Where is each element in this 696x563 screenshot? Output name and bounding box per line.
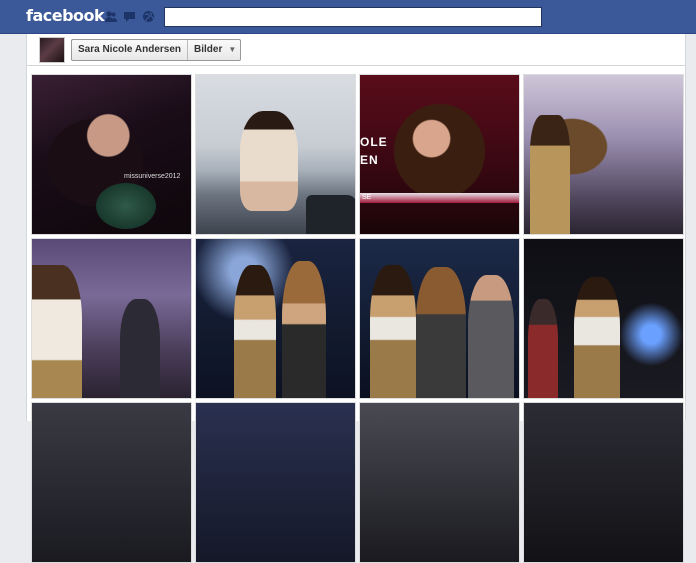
photo-thumbnail[interactable] [195,238,356,399]
search-input[interactable] [164,7,542,27]
figure [530,115,570,234]
figure-right [468,275,514,398]
breadcrumb-section-dropdown[interactable]: Bilder [188,40,228,60]
photo-thumbnail[interactable] [31,402,192,563]
photo-thumbnail[interactable] [195,74,356,235]
photo-thumbnail[interactable] [195,402,356,563]
figure-middle [416,267,466,398]
figure-background [528,299,558,398]
figure [240,111,298,211]
notifications-globe-icon[interactable] [142,10,155,23]
photo-thumbnail[interactable]: OLE EN SE [359,74,520,235]
right-gutter [688,34,696,421]
banner-text-1: OLE [360,135,388,149]
banner-text-2: EN [360,153,379,167]
breadcrumb-owner-link[interactable]: Sara Nicole Andersen [72,40,187,60]
photo-thumbnail[interactable] [359,238,520,399]
photo-thumbnail[interactable]: missuniverse2012 [31,74,192,235]
photographer [120,299,160,398]
figure [32,265,82,398]
figure-right [282,261,326,398]
profile-avatar[interactable] [39,37,65,63]
messages-icon[interactable] [123,10,136,23]
photo-album-panel: Sara Nicole Andersen Bilder ▼ missuniver… [26,34,686,563]
photo-thumbnail[interactable] [523,402,684,563]
breadcrumb: Sara Nicole Andersen Bilder ▼ [71,39,242,61]
chevron-down-icon[interactable]: ▼ [228,40,240,60]
photo-watermark: missuniverse2012 [124,173,181,180]
friend-requests-icon[interactable] [104,10,117,23]
figure-left [370,265,416,398]
rocks [306,195,355,234]
figure [574,277,620,398]
sash-stripe [360,193,519,203]
notification-jewels [104,10,155,23]
figure-left [234,265,276,398]
banner-text-3: SE [362,194,372,201]
feather-boa [96,183,156,229]
photo-thumbnail[interactable] [523,74,684,235]
top-navigation-bar: facebook [0,0,696,34]
left-gutter [0,34,26,421]
facebook-logo[interactable]: facebook [26,6,105,25]
photo-thumbnail[interactable] [31,238,192,399]
photo-thumbnail[interactable] [523,238,684,399]
photo-thumbnail[interactable] [359,402,520,563]
album-header: Sara Nicole Andersen Bilder ▼ [27,34,685,66]
